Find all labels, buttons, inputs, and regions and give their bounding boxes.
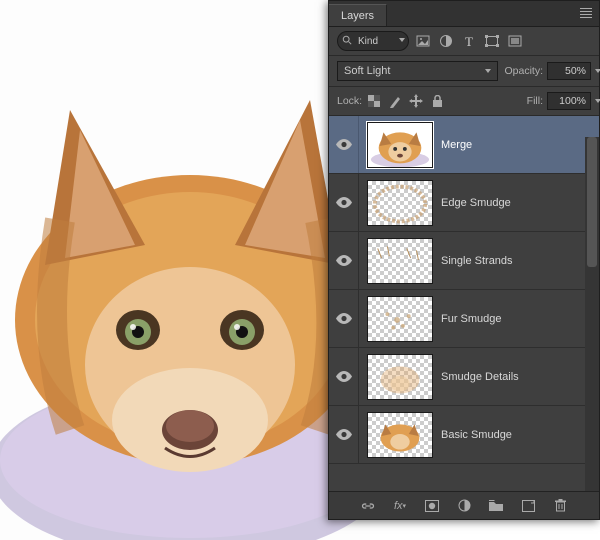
layer-row[interactable]: Single Strands bbox=[329, 232, 599, 290]
layer-name-label[interactable]: Basic Smudge bbox=[441, 429, 512, 441]
visibility-toggle[interactable] bbox=[329, 348, 359, 405]
filter-type-icon[interactable]: T bbox=[461, 33, 477, 49]
layer-row[interactable]: Merge bbox=[329, 116, 599, 174]
layer-name-label[interactable]: Single Strands bbox=[441, 255, 513, 267]
lock-position-icon[interactable] bbox=[409, 94, 423, 108]
eye-icon bbox=[336, 371, 352, 382]
layer-name-label[interactable]: Edge Smudge bbox=[441, 197, 511, 209]
layer-thumbnail[interactable] bbox=[367, 296, 433, 342]
panel-tabbar: Layers bbox=[329, 1, 599, 27]
mask-icon[interactable] bbox=[425, 499, 439, 513]
fx-icon[interactable]: fx▾ bbox=[393, 499, 407, 513]
opacity-label: Opacity: bbox=[504, 65, 543, 77]
visibility-toggle[interactable] bbox=[329, 290, 359, 347]
eye-icon bbox=[336, 139, 352, 150]
blend-mode-value: Soft Light bbox=[344, 65, 390, 77]
filter-row: T bbox=[329, 27, 599, 56]
eye-icon bbox=[336, 197, 352, 208]
blend-mode-select[interactable]: Soft Light bbox=[337, 61, 498, 81]
layers-list: Merge Edge Smudge Single Strands Fur Smudge… bbox=[329, 116, 599, 464]
new-layer-icon[interactable] bbox=[521, 499, 535, 513]
chevron-down-icon bbox=[399, 38, 405, 42]
blend-row: Soft Light Opacity: 50% bbox=[329, 56, 599, 87]
visibility-toggle[interactable] bbox=[329, 174, 359, 231]
canvas-artwork bbox=[0, 0, 370, 540]
document-canvas bbox=[0, 0, 370, 540]
layer-thumbnail[interactable] bbox=[367, 122, 433, 168]
visibility-toggle[interactable] bbox=[329, 406, 359, 463]
trash-icon[interactable] bbox=[553, 499, 567, 513]
layer-row[interactable]: Edge Smudge bbox=[329, 174, 599, 232]
filter-shape-icon[interactable] bbox=[484, 33, 500, 49]
layer-name-label[interactable]: Fur Smudge bbox=[441, 313, 502, 325]
layers-scrollbar[interactable] bbox=[585, 137, 599, 491]
opacity-input[interactable]: 50% bbox=[547, 62, 591, 80]
panel-menu-icon[interactable] bbox=[577, 4, 595, 22]
layer-row[interactable]: Fur Smudge bbox=[329, 290, 599, 348]
link-icon[interactable] bbox=[361, 499, 375, 513]
eye-icon bbox=[336, 313, 352, 324]
layer-row[interactable]: Basic Smudge bbox=[329, 406, 599, 464]
chevron-down-icon bbox=[595, 69, 600, 73]
layer-thumbnail[interactable] bbox=[367, 354, 433, 400]
lock-all-icon[interactable] bbox=[430, 94, 444, 108]
tab-layers[interactable]: Layers bbox=[329, 4, 387, 26]
group-icon[interactable] bbox=[489, 499, 503, 513]
chevron-down-icon bbox=[595, 99, 600, 103]
search-icon bbox=[342, 35, 352, 45]
layer-row[interactable]: Smudge Details bbox=[329, 348, 599, 406]
layer-thumbnail[interactable] bbox=[367, 180, 433, 226]
layer-thumbnail[interactable] bbox=[367, 238, 433, 284]
eye-icon bbox=[336, 429, 352, 440]
layer-thumbnail[interactable] bbox=[367, 412, 433, 458]
layers-panel-footer: fx▾ bbox=[329, 491, 599, 519]
chevron-down-icon bbox=[485, 69, 491, 73]
visibility-toggle[interactable] bbox=[329, 116, 359, 173]
filter-adjustment-icon[interactable] bbox=[438, 33, 454, 49]
layers-panel: Layers T Soft Light Opacity: 50% bbox=[328, 0, 600, 520]
fill-label: Fill: bbox=[527, 95, 543, 107]
lock-row: Lock: Fill: 100% bbox=[329, 87, 599, 116]
layer-name-label[interactable]: Smudge Details bbox=[441, 371, 519, 383]
lock-pixels-icon[interactable] bbox=[388, 94, 402, 108]
svg-text:T: T bbox=[465, 35, 473, 47]
lock-transparency-icon[interactable] bbox=[367, 94, 381, 108]
lock-label: Lock: bbox=[337, 95, 362, 107]
filter-smart-icon[interactable] bbox=[507, 33, 523, 49]
visibility-toggle[interactable] bbox=[329, 232, 359, 289]
scrollbar-thumb[interactable] bbox=[587, 137, 597, 267]
layer-name-label[interactable]: Merge bbox=[441, 139, 472, 151]
fill-input[interactable]: 100% bbox=[547, 92, 591, 110]
filter-pixel-icon[interactable] bbox=[415, 33, 431, 49]
eye-icon bbox=[336, 255, 352, 266]
adjustment-icon[interactable] bbox=[457, 499, 471, 513]
